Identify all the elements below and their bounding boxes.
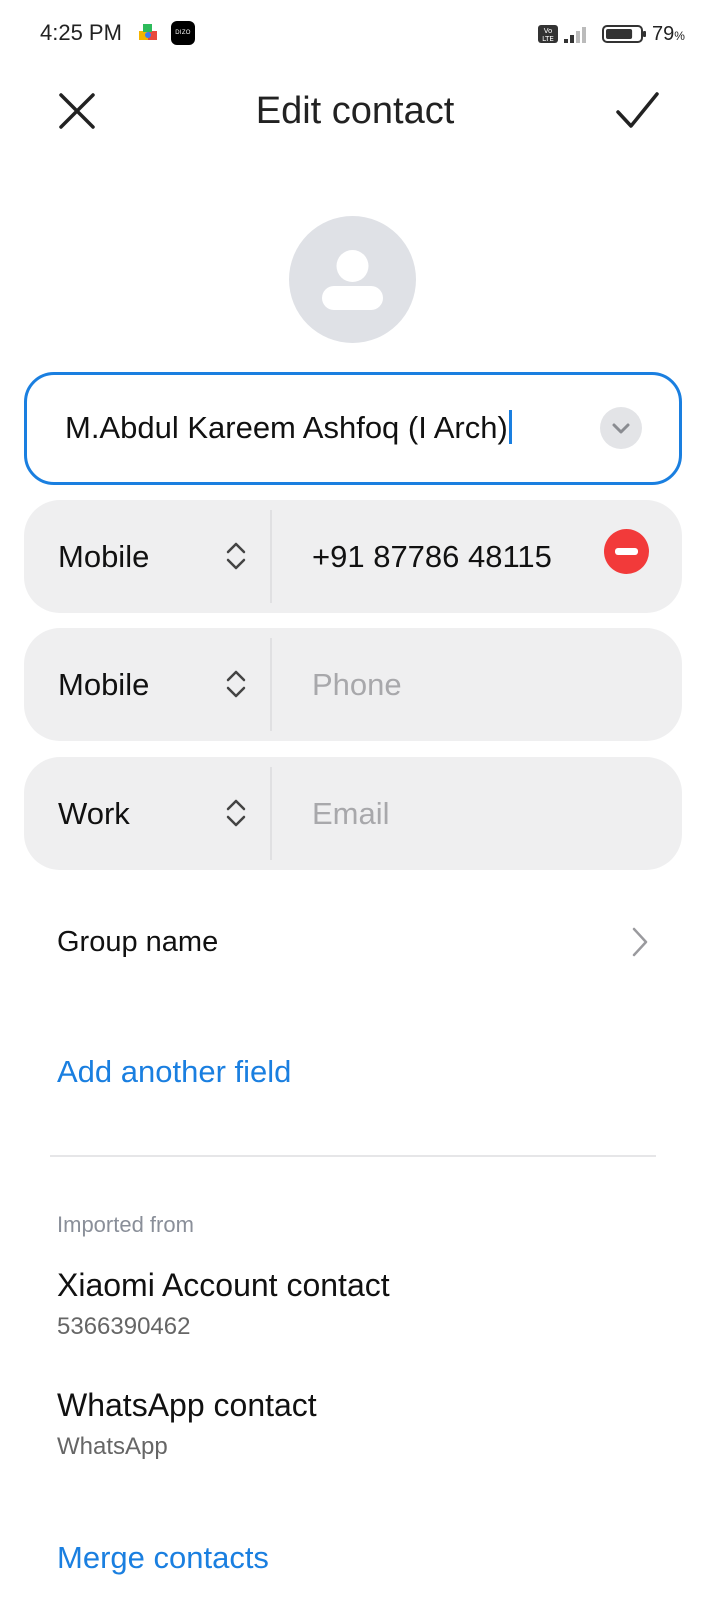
name-input-value: M.Abdul Kareem Ashfoq (I Arch) bbox=[65, 410, 508, 445]
merge-contacts-link[interactable]: Merge contacts bbox=[57, 1540, 269, 1576]
imported-from-label: Imported from bbox=[57, 1212, 194, 1237]
updown-icon[interactable] bbox=[224, 797, 248, 829]
person-icon bbox=[322, 250, 383, 310]
name-input[interactable]: M.Abdul Kareem Ashfoq (I Arch) bbox=[65, 410, 512, 446]
group-name-item[interactable]: Group name bbox=[57, 926, 218, 959]
field-type-selector[interactable]: Mobile bbox=[58, 667, 149, 703]
section-divider bbox=[50, 1155, 656, 1157]
phone-row-1: Mobile +91 87786 48115 bbox=[24, 500, 682, 613]
account-title[interactable]: Xiaomi Account contact bbox=[57, 1267, 390, 1304]
row-divider bbox=[270, 638, 272, 731]
updown-icon[interactable] bbox=[224, 668, 248, 700]
chevron-down-icon bbox=[612, 423, 630, 434]
field-type-selector[interactable]: Mobile bbox=[58, 539, 149, 575]
dizo-app-icon: DIZO bbox=[171, 21, 195, 45]
dizo-icon-label: DIZO bbox=[175, 30, 191, 36]
puzzle-app-icon bbox=[139, 24, 157, 40]
account-title[interactable]: WhatsApp contact bbox=[57, 1387, 317, 1424]
svg-text:LTE: LTE bbox=[542, 35, 554, 43]
avatar[interactable] bbox=[289, 216, 416, 343]
svg-text:Vo: Vo bbox=[544, 27, 553, 35]
check-icon[interactable] bbox=[614, 90, 660, 132]
account-subtitle: 5366390462 bbox=[57, 1313, 191, 1340]
account-subtitle: WhatsApp bbox=[57, 1433, 168, 1460]
chevron-right-icon[interactable] bbox=[628, 925, 652, 959]
add-another-field-link[interactable]: Add another field bbox=[57, 1054, 291, 1090]
battery-percent: 79% bbox=[652, 23, 685, 46]
row-divider bbox=[270, 767, 272, 860]
phone-input[interactable]: +91 87786 48115 bbox=[312, 539, 552, 575]
signal-icon bbox=[564, 27, 586, 43]
name-expand-button[interactable] bbox=[600, 407, 642, 449]
email-input[interactable]: Email bbox=[312, 796, 390, 832]
remove-field-button[interactable] bbox=[604, 529, 649, 574]
phone-input[interactable]: Phone bbox=[312, 667, 402, 703]
battery-percent-value: 79 bbox=[652, 23, 675, 45]
status-time: 4:25 PM bbox=[40, 20, 122, 45]
volte-icon: Vo LTE bbox=[538, 25, 558, 43]
battery-icon bbox=[602, 25, 646, 43]
email-row: Work Email bbox=[24, 757, 682, 870]
updown-icon[interactable] bbox=[224, 540, 248, 572]
battery-percent-symbol: % bbox=[674, 29, 685, 43]
text-cursor bbox=[508, 410, 512, 444]
row-divider bbox=[270, 510, 272, 603]
field-type-selector[interactable]: Work bbox=[58, 796, 130, 832]
page-title: Edit contact bbox=[255, 90, 455, 132]
phone-row-2: Mobile Phone bbox=[24, 628, 682, 741]
